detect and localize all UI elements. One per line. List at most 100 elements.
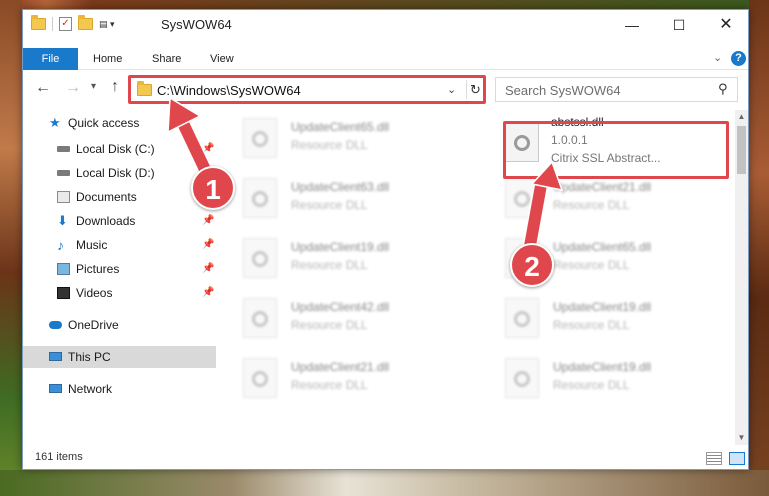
tiles-view-icon[interactable]	[729, 452, 745, 465]
tab-view[interactable]: View	[210, 48, 234, 70]
file-type: Resource DLL	[291, 258, 368, 272]
window-title: SysWOW64	[161, 17, 232, 32]
file-highlight-box	[503, 121, 729, 179]
list-item[interactable]: UpdateClient19.dll Resource DLL	[497, 352, 727, 408]
sidebar-item-documents[interactable]: Documents 📌	[23, 186, 216, 208]
dll-file-icon	[505, 298, 539, 338]
new-folder-icon[interactable]	[78, 15, 93, 30]
file-explorer-window: ✓ ▤ ▾ SysWOW64 — ☐ ✕ File Home Share Vie…	[22, 9, 749, 470]
list-item[interactable]: UpdateClient19.dll Resource DLL	[497, 292, 727, 348]
sidebar-item-label: Quick access	[68, 116, 140, 130]
pin-icon[interactable]: 📌	[202, 258, 214, 280]
tab-file[interactable]: File	[23, 48, 78, 70]
file-name: UpdateClient21.dll	[553, 180, 652, 194]
sidebar-item-pictures[interactable]: Pictures 📌	[23, 258, 216, 280]
search-icon[interactable]: ⚲	[718, 81, 728, 97]
disk-icon	[57, 170, 70, 176]
file-name: UpdateClient65.dll	[291, 120, 390, 134]
file-name: UpdateClient65.dll	[553, 240, 652, 254]
file-type: Resource DLL	[553, 378, 630, 392]
scroll-thumb[interactable]	[737, 126, 746, 174]
onedrive-icon	[49, 321, 62, 329]
scroll-up-icon[interactable]: ▲	[735, 110, 748, 124]
desktop-background-left	[0, 0, 22, 496]
pin-icon[interactable]: 📌	[202, 234, 214, 256]
dll-file-icon	[243, 298, 277, 338]
sidebar-item-downloads[interactable]: ⬇ Downloads 📌	[23, 210, 216, 232]
folder-icon	[31, 15, 46, 30]
sidebar-item-music[interactable]: ♪ Music 📌	[23, 234, 216, 256]
sidebar-item-label: Pictures	[76, 262, 120, 276]
downloads-icon: ⬇	[57, 213, 68, 228]
list-item[interactable]: UpdateClient21.dll Resource DLL	[235, 352, 465, 408]
sidebar-item-label: OneDrive	[68, 318, 119, 332]
file-name: UpdateClient42.dll	[291, 300, 390, 314]
back-arrow-icon[interactable]: ←	[35, 79, 51, 97]
sidebar-item-quick-access[interactable]: ★ Quick access	[23, 112, 216, 134]
item-count: 161 items	[35, 451, 83, 463]
tab-share[interactable]: Share	[152, 48, 181, 70]
customize-toolbar-icon[interactable]: ▤ ▾	[99, 19, 115, 30]
file-name: UpdateClient63.dll	[291, 180, 390, 194]
documents-icon	[57, 191, 70, 203]
expand-ribbon-icon[interactable]: ⌄	[713, 51, 722, 64]
tab-home[interactable]: Home	[93, 48, 122, 70]
step-1-badge: 1	[191, 166, 235, 210]
sidebar-item-label: Downloads	[76, 214, 136, 228]
pin-icon[interactable]: 📌	[202, 138, 214, 160]
pin-icon[interactable]: 📌	[202, 282, 214, 304]
recent-locations-chevron-icon[interactable]: ▾	[91, 81, 96, 92]
list-item[interactable]: UpdateClient42.dll Resource DLL	[235, 292, 465, 348]
address-bar-highlight	[128, 75, 486, 104]
pin-icon[interactable]: 📌	[202, 210, 214, 232]
sidebar-item-label: Local Disk (C:)	[76, 142, 155, 156]
file-type: Resource DLL	[291, 198, 368, 212]
details-view-icon[interactable]	[706, 452, 722, 465]
navigation-pane: ★ Quick access Local Disk (C:) 📌 Local D…	[23, 112, 216, 442]
list-item[interactable]: UpdateClient21.dll Resource DLL	[497, 172, 727, 228]
dll-file-icon	[505, 358, 539, 398]
list-item[interactable]: UpdateClient63.dll Resource DLL	[235, 172, 465, 228]
file-name: UpdateClient19.dll	[553, 300, 652, 314]
sidebar-item-this-pc[interactable]: This PC	[23, 346, 216, 368]
scroll-down-icon[interactable]: ▼	[735, 431, 748, 445]
forward-arrow-icon[interactable]: →	[65, 79, 81, 97]
up-arrow-icon[interactable]: ↑	[111, 78, 119, 96]
disk-icon	[57, 146, 70, 152]
sidebar-item-label: Local Disk (D:)	[76, 166, 155, 180]
sidebar-item-local-disk-d[interactable]: Local Disk (D:)	[23, 162, 216, 184]
sidebar-item-onedrive[interactable]: OneDrive	[23, 314, 216, 336]
title-bar: ✓ ▤ ▾ SysWOW64 — ☐ ✕	[23, 10, 748, 40]
minimize-button[interactable]: —	[609, 10, 655, 40]
file-type: Resource DLL	[553, 198, 630, 212]
sidebar-item-local-disk-c[interactable]: Local Disk (C:) 📌	[23, 138, 216, 160]
desktop-background-right	[749, 0, 769, 496]
status-bar: 161 items	[23, 448, 748, 469]
file-type: Resource DLL	[291, 138, 368, 152]
pictures-icon	[57, 263, 70, 275]
sidebar-item-network[interactable]: Network	[23, 378, 216, 400]
sidebar-item-label: Network	[68, 382, 113, 396]
step-2-badge: 2	[510, 243, 554, 287]
videos-icon	[57, 287, 70, 299]
list-item[interactable]: UpdateClient19.dll Resource DLL	[235, 232, 465, 288]
properties-icon[interactable]: ✓	[59, 17, 72, 31]
list-item[interactable]: UpdateClient65.dll Resource DLL	[235, 112, 465, 168]
dll-file-icon	[505, 178, 539, 218]
dll-file-icon	[243, 178, 277, 218]
music-icon: ♪	[57, 237, 64, 253]
file-name: UpdateClient19.dll	[291, 240, 390, 254]
help-icon[interactable]: ?	[731, 51, 746, 66]
search-input[interactable]: Search SysWOW64	[505, 83, 621, 98]
maximize-button[interactable]: ☐	[656, 10, 702, 40]
sidebar-item-label: Videos	[76, 286, 113, 300]
quick-access-toolbar: ✓ ▤ ▾	[31, 15, 115, 31]
vertical-scrollbar[interactable]: ▲ ▼	[735, 110, 748, 445]
sidebar-item-videos[interactable]: Videos 📌	[23, 282, 216, 304]
search-box[interactable]: Search SysWOW64 ⚲	[495, 77, 738, 102]
ribbon-tabs: File Home Share View ⌄ ?	[23, 48, 748, 70]
navigation-bar: ← → ▾ ↑ C:\Windows\SysWOW64 ⌄ ↻ Search S…	[23, 75, 748, 104]
dll-file-icon	[243, 358, 277, 398]
close-button[interactable]: ✕	[703, 10, 749, 40]
dll-file-icon	[243, 238, 277, 278]
